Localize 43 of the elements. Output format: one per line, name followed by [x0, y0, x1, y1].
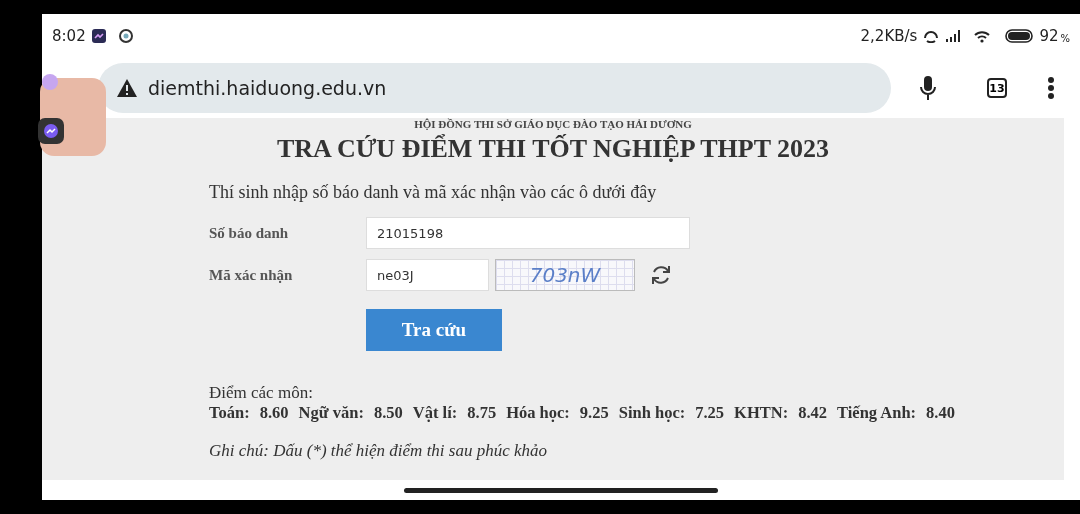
scores-heading: Điểm các môn:: [209, 383, 314, 403]
note-text: Ghi chú: Dấu (*) thể hiện điểm thi sau phúc khảo: [209, 441, 549, 461]
tab-count-button[interactable]: 13: [987, 78, 1007, 98]
wifi-icon: [973, 29, 992, 43]
warning-icon: [116, 78, 138, 98]
percent-sign: %: [1060, 32, 1070, 44]
subject-score: 8.60: [259, 403, 289, 423]
signal-icon: [945, 29, 962, 43]
subject-label: KHTN:: [734, 403, 789, 423]
input-field[interactable]: ne03J: [366, 259, 489, 291]
subject-score: 7.25: [695, 403, 725, 423]
field-label: Mã xác nhận: [209, 266, 294, 284]
notification-dot: [42, 74, 58, 90]
subject-score: 9.25: [579, 403, 609, 423]
subject-score: 8.42: [798, 403, 828, 423]
refresh-icon[interactable]: [649, 263, 673, 287]
network-speed: 2,2KB/s: [860, 27, 918, 45]
subject-label: Tiếng Anh:: [837, 403, 917, 423]
subject-label: Ngữ văn:: [298, 403, 364, 423]
messenger-icon: [91, 29, 106, 43]
subject-label: Vật lí:: [412, 403, 458, 423]
subject-score: 8.75: [467, 403, 497, 423]
page-title: TRA CỨU ĐIỂM THI TỐT NGHIỆP THPT 2023: [275, 134, 831, 164]
battery-icon: [1005, 29, 1034, 43]
more-icon[interactable]: [1047, 76, 1055, 100]
address-bar[interactable]: diemthi.haiduong.edu.vn: [98, 63, 891, 113]
council-heading: HỘI ĐỒNG THI SỞ GIÁO DỤC ĐÀO TẠO HẢI DƯƠNG: [413, 118, 693, 130]
captcha-image: 703nW: [495, 259, 635, 291]
microphone-icon[interactable]: [919, 75, 937, 101]
subject-label: Sinh học:: [618, 403, 686, 423]
chat-bubble-icon[interactable]: [38, 118, 64, 144]
field-label: Số báo danh: [209, 224, 290, 242]
subject-score: 8.40: [926, 403, 955, 423]
input-field[interactable]: 21015198: [366, 217, 690, 249]
battery-percent: 92: [1039, 27, 1059, 45]
instruction-text: Thí sinh nhập số báo danh và mã xác nhận vào các ô dưới đây: [209, 182, 658, 203]
search-button[interactable]: Tra cứu: [366, 309, 502, 351]
gesture-bar[interactable]: [404, 487, 718, 493]
subject-label: Hóa học:: [506, 403, 570, 423]
url-text: diemthi.haiduong.edu.vn: [148, 77, 387, 99]
subject-score: 8.50: [373, 403, 403, 423]
clock: 8:02: [52, 27, 86, 45]
subject-label: Toán:: [209, 403, 250, 423]
